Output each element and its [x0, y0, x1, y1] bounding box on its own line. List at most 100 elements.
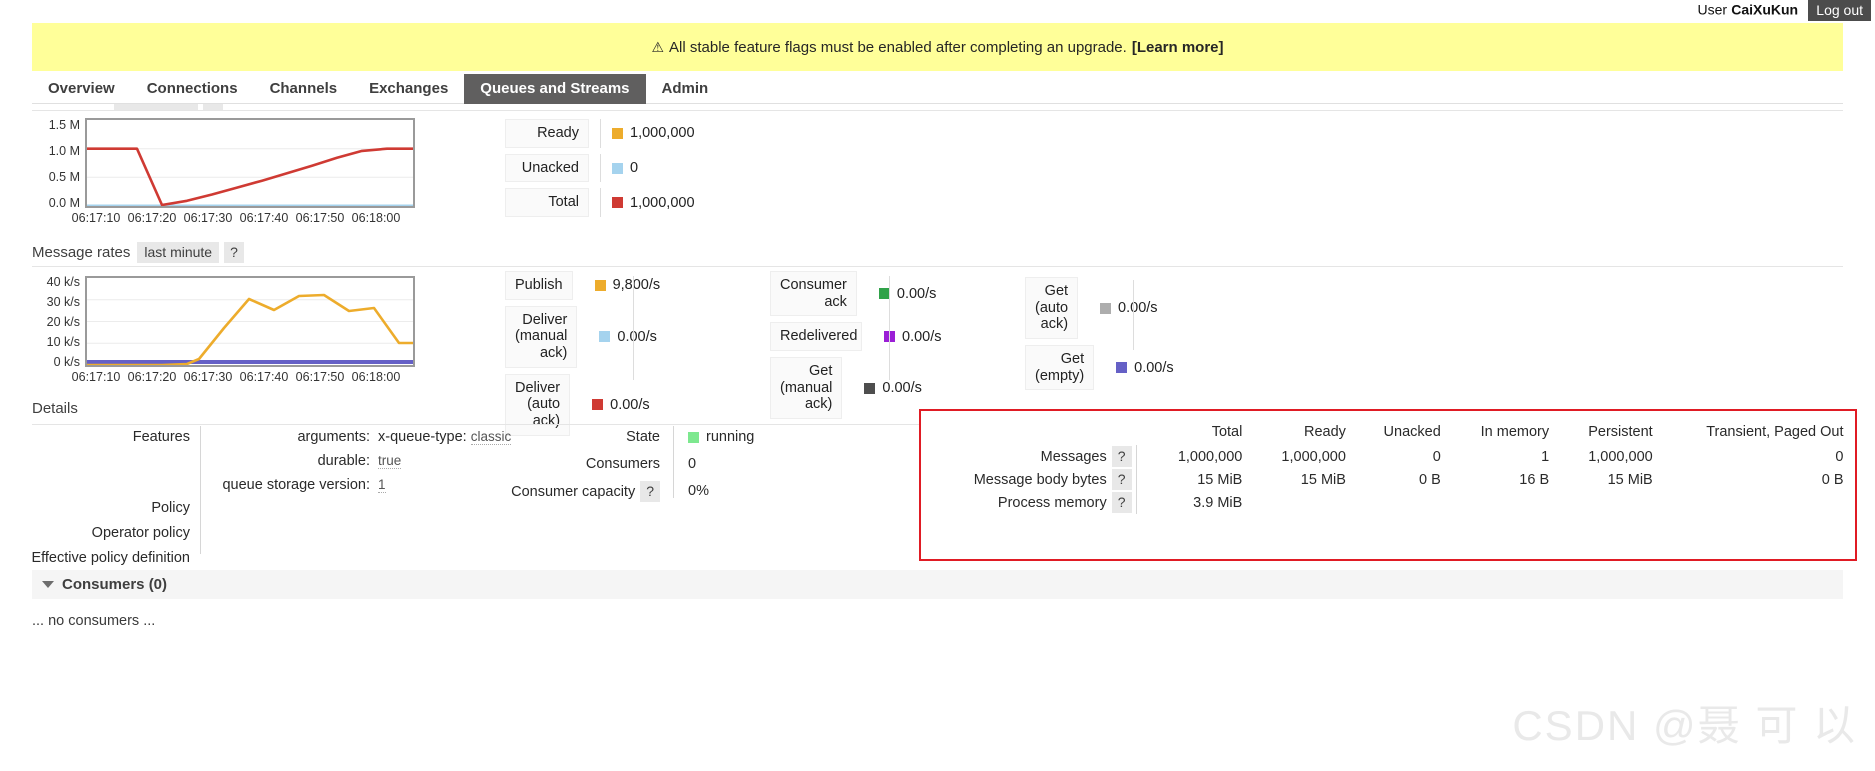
x-tick-label: 06:17:10: [71, 211, 121, 225]
stat-button-consumer-ack[interactable]: Consumer ack: [770, 271, 857, 317]
table-row-label-text: Process memory: [997, 495, 1107, 511]
stat-value-group: 0.00/s: [878, 286, 936, 302]
nav-tab-connections[interactable]: Connections: [131, 74, 254, 104]
feature-key: queue storage version:: [222, 477, 370, 493]
x-tick-label: 06:17:20: [127, 211, 177, 225]
table-cell: 16 B: [1519, 471, 1550, 488]
state-label-state: State: [480, 429, 660, 445]
x-tick-label: 06:17:30: [183, 211, 233, 225]
table-cell: 3.9 MiB: [1135, 491, 1254, 514]
queued-messages-stats: Ready 1,000,000 Unacked 0 Total 1,000,000: [505, 119, 695, 223]
stat-button-ready[interactable]: Ready: [505, 119, 589, 148]
state-value: 0: [688, 456, 696, 472]
stat-row: Unacked 0: [505, 153, 695, 183]
stat-value-group: 9,800/s: [594, 277, 661, 294]
stat-row: Publish 9,800/s: [505, 271, 660, 300]
details-label-policy: Policy: [151, 500, 190, 516]
table-cell: [1664, 491, 1855, 514]
table-cell: 0 B: [1821, 471, 1844, 488]
legend-swatch-icon: [594, 279, 606, 291]
stat-button-redelivered[interactable]: Redelivered: [770, 322, 862, 352]
message-rates-rule: [32, 266, 1843, 267]
x-tick-label: 06:17:40: [239, 370, 289, 384]
table-row: Message body bytes? 15 MiB 15 MiB 0 B 16 B 15…: [921, 468, 1855, 491]
details-label-effective-policy: Effective policy definition: [31, 550, 190, 566]
table-column-header: Ready: [1304, 424, 1346, 440]
state-divider: [673, 426, 674, 498]
x-tick-label: 06:18:00: [351, 211, 401, 225]
y-tick-label: 40 k/s: [46, 275, 80, 289]
y-tick-label: 30 k/s: [46, 295, 80, 309]
queued-messages-header-clipped: [32, 104, 1843, 111]
consumer-capacity-help-icon[interactable]: ?: [640, 481, 660, 502]
queued-messages-chart: 1.5 M 1.0 M 0.5 M 0.0 M 06:17:10 06:17:2…: [32, 118, 462, 225]
feature-key: arguments:: [297, 429, 370, 445]
nav-tab-queues-and-streams[interactable]: Queues and Streams: [464, 74, 646, 104]
table-cell: 15 MiB: [1607, 471, 1653, 488]
stat-button-unacked[interactable]: Unacked: [505, 153, 589, 183]
feature-value: true: [378, 453, 402, 469]
page-content: 1.5 M 1.0 M 0.5 M 0.0 M 06:17:10 06:17:2…: [0, 104, 1875, 771]
state-value-text: 0%: [688, 483, 709, 499]
table-row-label-text: Messages: [1040, 449, 1107, 465]
section-rule: [32, 110, 1843, 111]
chevron-down-icon: [42, 581, 54, 588]
nav-tab-channels[interactable]: Channels: [254, 74, 354, 104]
message-rates-svg: [87, 293, 413, 367]
details-divider: [200, 426, 201, 554]
x-tick-label: 06:17:10: [71, 370, 121, 384]
logout-button[interactable]: Log out: [1808, 0, 1871, 21]
user-name: CaiXuKun: [1731, 1, 1799, 18]
details-label-operator-policy: Operator policy: [91, 525, 190, 541]
state-label-text: Consumer capacity: [511, 484, 636, 500]
stat-button-deliver-manual-ack[interactable]: Deliver (manual ack): [505, 305, 578, 368]
x-tick-label: 06:17:20: [127, 370, 177, 384]
consumers-empty-text: ... no consumers ...: [32, 613, 156, 629]
y-tick-label: 20 k/s: [46, 315, 80, 329]
message-rates-header: Message rates last minute ?: [32, 242, 244, 263]
stat-divider: [600, 119, 601, 148]
details-label-features: Features: [132, 429, 190, 445]
message-rates-column-publish: Publish 9,800/s Deliver (manual ack) 0.00/s…: [505, 271, 660, 442]
stat-divider: [600, 188, 601, 218]
stat-value: 0.00/s: [882, 380, 922, 397]
state-value: running: [688, 429, 754, 445]
x-tick-label: 06:17:50: [295, 211, 345, 225]
table-cell: 1: [1541, 448, 1550, 465]
table-cell: 0: [1835, 448, 1844, 465]
consumers-section-header[interactable]: Consumers (0): [32, 570, 1843, 599]
stat-value-group: 0: [612, 160, 638, 176]
table-row-help-icon[interactable]: ?: [1111, 469, 1132, 490]
y-tick-label: 0 k/s: [53, 355, 80, 369]
table-column-header: Persistent: [1588, 424, 1653, 440]
nav-tab-exchanges[interactable]: Exchanges: [353, 74, 464, 104]
queued-messages-svg: [87, 147, 413, 208]
nav-tab-admin[interactable]: Admin: [646, 74, 725, 104]
warning-text: All stable feature flags must be enabled…: [669, 38, 1127, 56]
stat-value-group: 0.00/s: [599, 329, 657, 345]
stat-value-group: 0.00/s: [1116, 360, 1174, 376]
table-row-label: Message body bytes?: [921, 468, 1136, 491]
learn-more-link[interactable]: [Learn more]: [1132, 39, 1224, 56]
stat-button-get-empty[interactable]: Get (empty): [1025, 345, 1095, 391]
stat-button-publish[interactable]: Publish: [505, 271, 573, 300]
x-tick-label: 06:18:00: [351, 370, 401, 384]
stat-value-group: 1,000,000: [612, 195, 695, 211]
stat-value: 0.00/s: [1134, 359, 1174, 376]
message-rates-help-icon[interactable]: ?: [224, 242, 244, 263]
stat-row: Ready 1,000,000: [505, 119, 695, 148]
stat-button-get-auto-ack[interactable]: Get (auto ack): [1025, 277, 1079, 340]
message-rates-period-toggle[interactable]: last minute: [137, 242, 220, 263]
stat-button-total[interactable]: Total: [505, 188, 589, 218]
nav-tab-list: Overview Connections Channels Exchanges Queu…: [32, 74, 1843, 104]
table-cell: 1,000,000: [1588, 448, 1653, 465]
stat-button-deliver-auto-ack[interactable]: Deliver (auto ack): [505, 373, 571, 436]
stat-value: 9,800/s: [612, 277, 661, 294]
stat-button-get-manual-ack[interactable]: Get (manual ack): [770, 357, 843, 420]
table-column-header: In memory: [1480, 424, 1550, 440]
nav-tab-overview[interactable]: Overview: [32, 74, 131, 104]
table-row-help-icon[interactable]: ?: [1111, 492, 1132, 513]
state-label-text: State: [626, 429, 660, 445]
stat-row: Total 1,000,000: [505, 188, 695, 218]
table-row-help-icon[interactable]: ?: [1111, 446, 1132, 467]
